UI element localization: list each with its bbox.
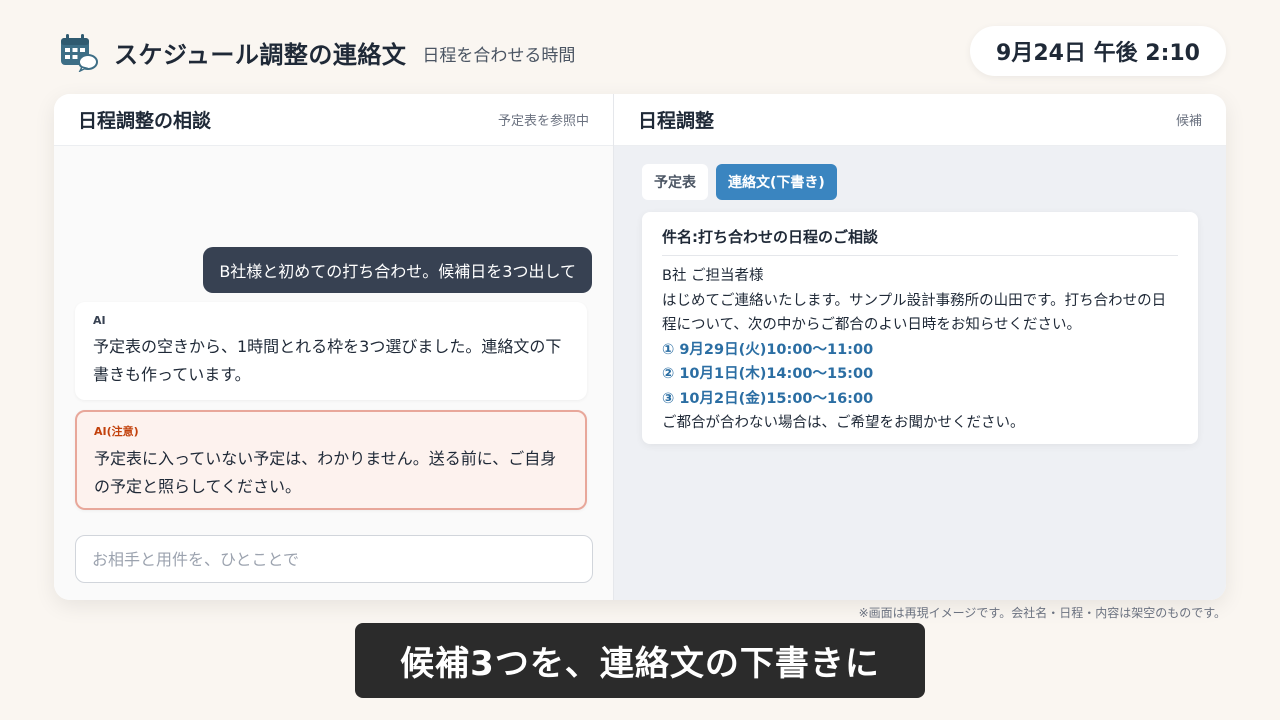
clock-display: 9月24日 午後 2:10 [970, 26, 1226, 76]
chat-panel-header: 日程調整の相談 予定表を参照中 [54, 94, 613, 146]
ai-warning-label: AI(注意) [94, 425, 139, 438]
ai-message: AI 予定表の空きから、1時間とれる枠を3つ選びました。連絡文の下書きも作ってい… [75, 302, 587, 400]
draft-body: はじめてご連絡いたします。サンプル設計事務所の山田です。打ち合わせの日程について… [662, 292, 1167, 334]
draft-greeting: B社 ご担当者様 [662, 268, 764, 284]
chat-panel: 日程調整の相談 予定表を参照中 B社様と初めての打ち合わせ。候補日を3つ出して … [54, 94, 614, 600]
user-message: B社様と初めての打ち合わせ。候補日を3つ出して [203, 247, 592, 293]
schedule-panel-status: 候補 [1175, 114, 1202, 129]
user-message-text: B社様と初めての打ち合わせ。候補日を3つ出して [219, 262, 576, 281]
ai-message-text: 予定表の空きから、1時間とれる枠を3つ選びました。連絡文の下書きも作っています。 [93, 337, 562, 384]
app-header: スケジュール調整の連絡文 日程を合わせる時間 [58, 30, 575, 74]
chat-panel-title: 日程調整の相談 [78, 110, 212, 132]
draft-slot-3: ③ 10月2日(金)15:00〜16:00 [662, 390, 874, 407]
main-card: 日程調整の相談 予定表を参照中 B社様と初めての打ち合わせ。候補日を3つ出して … [54, 94, 1226, 600]
chat-area: B社様と初めての打ち合わせ。候補日を3つ出して AI 予定表の空きから、1時間と… [54, 146, 613, 600]
ai-warning-text: 予定表に入っていない予定は、わかりません。送る前に、ご自身の予定と照らしてくださ… [94, 449, 557, 496]
chat-input[interactable] [75, 535, 593, 583]
tab-bar: 予定表 連絡文(下書き) [642, 164, 837, 200]
disclaimer: ※画面は再現イメージです。会社名・日程・内容は架空のものです。 [858, 606, 1226, 620]
tab-schedule[interactable]: 予定表 [642, 164, 708, 200]
caption-banner: 候補3つを、連絡文の下書きに [355, 623, 925, 698]
app-title: スケジュール調整の連絡文 [114, 40, 407, 69]
calendar-chat-icon [58, 32, 98, 73]
tab-draft[interactable]: 連絡文(下書き) [716, 164, 837, 200]
schedule-panel-header: 日程調整 候補 [614, 94, 1226, 146]
ai-warning-message: AI(注意) 予定表に入っていない予定は、わかりません。送る前に、ご自身の予定と… [75, 410, 587, 510]
draft-slot-2: ② 10月1日(木)14:00〜15:00 [662, 366, 874, 382]
ai-message-label: AI [93, 314, 106, 327]
schedule-panel-title: 日程調整 [638, 110, 715, 132]
draft-subject: 件名:打ち合わせの日程のご相談 [662, 226, 1178, 256]
app-subtitle: 日程を合わせる時間 [422, 46, 576, 66]
schedule-panel: 日程調整 候補 予定表 連絡文(下書き) 件名:打ち合わせの日程のご相談 B社 … [614, 94, 1226, 600]
draft-closing: ご都合が合わない場合は、ご希望をお聞かせください。 [662, 415, 1025, 431]
draft-slot-1: ① 9月29日(火)10:00〜11:00 [662, 341, 874, 358]
draft-message-card: 件名:打ち合わせの日程のご相談 B社 ご担当者様 はじめてご連絡いたします。サン… [642, 212, 1198, 444]
chat-panel-status: 予定表を参照中 [497, 114, 589, 129]
